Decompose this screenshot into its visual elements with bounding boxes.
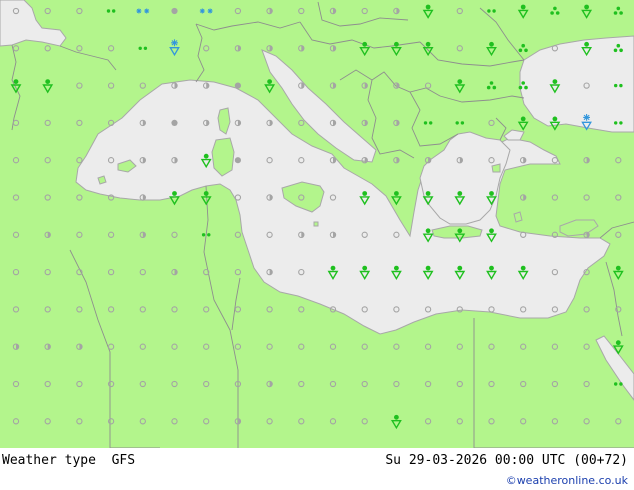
model-name: GFS <box>111 453 136 468</box>
product-name: Weather type <box>2 453 96 468</box>
malta <box>313 221 319 227</box>
lesbos <box>491 163 501 173</box>
product-label: Weather type GFS <box>2 453 135 468</box>
ibiza <box>97 175 107 185</box>
rhodes <box>513 211 523 223</box>
cloudy-icon <box>171 7 178 15</box>
cloudy-icon <box>234 82 241 89</box>
weather-type-map <box>0 0 634 448</box>
cloudy-icon <box>234 157 241 164</box>
site-credit: ©weatheronline.co.uk <box>505 474 628 487</box>
cloudy-icon <box>171 119 178 126</box>
map-footer: Weather type GFS Su 29-03-2026 00:00 UTC… <box>0 448 634 490</box>
valid-time: Su 29-03-2026 00:00 UTC (00+72) <box>385 453 628 468</box>
